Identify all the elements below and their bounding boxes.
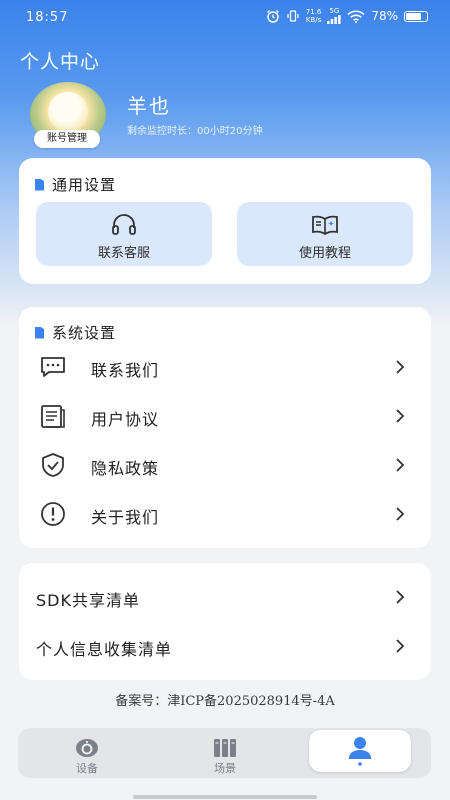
headset-icon [112, 214, 136, 235]
general-settings-title: 通用设置 [52, 176, 117, 194]
status-time: 18:57 [26, 10, 69, 25]
wifi-icon [347, 10, 365, 23]
alarm-icon [266, 10, 279, 23]
home-indicator[interactable] [133, 795, 317, 799]
vibrate-icon [287, 10, 299, 22]
net-speed: 71.6 KB/s [306, 8, 322, 24]
system-settings-card: 系统设置 联系我们 用户协议 隐私政策 关于我们 [19, 307, 431, 548]
bottom-tab-bar: 设备 场景 [18, 728, 431, 778]
chevron-right-icon [396, 590, 405, 604]
tab-scene[interactable]: 场景 [175, 728, 275, 778]
chevron-right-icon [396, 360, 405, 374]
net-speed-unit: KB/s [305, 16, 322, 24]
network-type: 5G [329, 7, 340, 15]
message-icon [41, 357, 65, 377]
battery-percent: 78% [371, 9, 398, 23]
account-manage-button[interactable]: 账号管理 [34, 130, 100, 148]
contact-us-label: 联系我们 [91, 361, 160, 380]
scene-icon [214, 739, 236, 757]
sdk-share-list-item[interactable]: SDK共享清单 [19, 574, 431, 620]
book-icon [312, 215, 338, 236]
privacy-policy-label: 隐私政策 [91, 459, 160, 478]
username: 羊也 [127, 94, 171, 118]
privacy-policy-item[interactable]: 隐私政策 [19, 442, 431, 488]
system-settings-header: 系统设置 [35, 322, 116, 343]
user-icon [349, 737, 371, 766]
tutorial-label: 使用教程 [298, 246, 351, 261]
shield-check-icon [42, 453, 64, 477]
icp-record[interactable]: 备案号：津ICP备2025028914号-4A [0, 690, 450, 709]
page-title: 个人中心 [20, 51, 101, 73]
info-lists-card: SDK共享清单 个人信息收集清单 [19, 563, 431, 680]
contact-service-button[interactable]: 联系客服 [36, 202, 212, 266]
chevron-right-icon [396, 639, 405, 653]
section-mark-icon [35, 178, 44, 191]
section-mark-icon [35, 326, 44, 339]
tutorial-button[interactable]: 使用教程 [237, 202, 413, 266]
personal-info-list-label: 个人信息收集清单 [36, 640, 173, 659]
tab-scene-label: 场景 [214, 762, 236, 775]
general-settings-card: 通用设置 联系客服 使用教程 [19, 158, 431, 284]
info-alert-icon [41, 502, 65, 526]
net-speed-value: 71.6 [305, 8, 322, 16]
remaining-monitor-time: 剩余监控时长：00小时20分钟 [127, 126, 263, 137]
user-agreement-item[interactable]: 用户协议 [19, 393, 431, 439]
contact-us-item[interactable]: 联系我们 [19, 344, 431, 390]
about-us-label: 关于我们 [91, 508, 160, 527]
tab-mine[interactable] [309, 730, 411, 772]
general-settings-header: 通用设置 [35, 174, 116, 195]
contact-service-label: 联系客服 [97, 246, 150, 261]
status-icons: 71.6 KB/s 5G 78% [266, 8, 428, 24]
chevron-right-icon [396, 458, 405, 472]
chevron-right-icon [396, 507, 405, 521]
personal-info-list-item[interactable]: 个人信息收集清单 [19, 623, 431, 669]
avatar-image [48, 92, 88, 130]
device-icon [76, 739, 98, 757]
battery-level [406, 12, 422, 20]
cellular-signal: 5G [327, 8, 341, 24]
system-settings-title: 系统设置 [52, 324, 117, 342]
battery-icon [404, 10, 428, 22]
user-agreement-label: 用户协议 [91, 410, 160, 429]
tab-device-label: 设备 [76, 762, 98, 775]
sdk-share-list-label: SDK共享清单 [36, 591, 140, 610]
tab-device[interactable]: 设备 [37, 728, 137, 778]
document-icon [41, 405, 65, 428]
about-us-item[interactable]: 关于我们 [19, 491, 431, 537]
status-bar: 18:57 71.6 KB/s 5G 78% [0, 0, 450, 36]
signal-icon [327, 15, 341, 24]
chevron-right-icon [396, 409, 405, 423]
